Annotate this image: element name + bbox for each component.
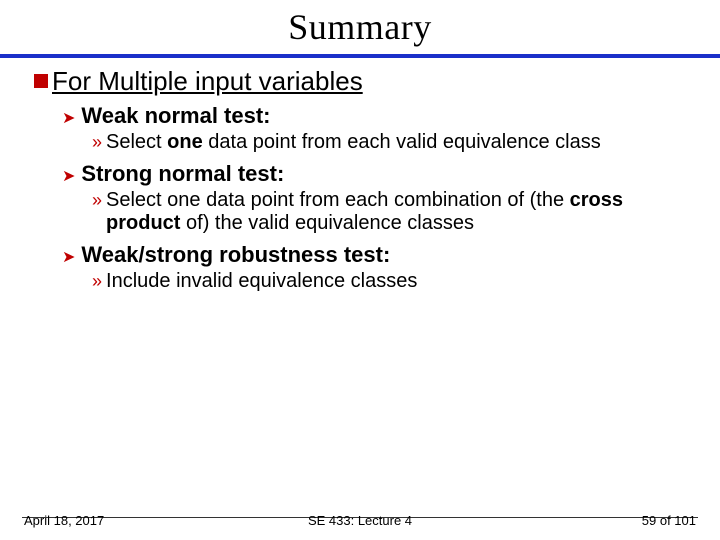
section-row: ➤ Strong normal test: (62, 161, 696, 187)
arrow-icon: ➤ (62, 166, 75, 186)
detail-text: Select one data point from each combinat… (106, 189, 686, 236)
footer: April 18, 2017 SE 433: Lecture 4 59 of 1… (0, 510, 720, 532)
detail-text: Include invalid equivalence classes (106, 270, 417, 294)
section-label: Strong normal test: (81, 161, 284, 187)
raquo-icon: » (92, 190, 102, 211)
arrow-icon: ➤ (62, 247, 75, 267)
slide: Summary For Multiple input variables ➤ W… (0, 0, 720, 540)
section-label: Weak normal test: (81, 103, 270, 129)
heading-text: For Multiple input variables (52, 66, 363, 97)
raquo-icon: » (92, 271, 102, 292)
detail-row: » Select one data point from each combin… (92, 189, 696, 236)
detail-text: Select one data point from each valid eq… (106, 131, 601, 155)
section-row: ➤ Weak normal test: (62, 103, 696, 129)
footer-page: 59 of 101 (642, 513, 696, 528)
detail-row: » Select one data point from each valid … (92, 131, 696, 155)
footer-center: SE 433: Lecture 4 (0, 513, 720, 528)
slide-title: Summary (0, 6, 720, 48)
slide-content: For Multiple input variables ➤ Weak norm… (0, 58, 720, 293)
detail-row: » Include invalid equivalence classes (92, 270, 696, 294)
section-row: ➤ Weak/strong robustness test: (62, 242, 696, 268)
arrow-icon: ➤ (62, 108, 75, 128)
heading-row: For Multiple input variables (34, 66, 696, 97)
square-bullet-icon (34, 74, 48, 88)
raquo-icon: » (92, 132, 102, 153)
section-label: Weak/strong robustness test: (81, 242, 390, 268)
